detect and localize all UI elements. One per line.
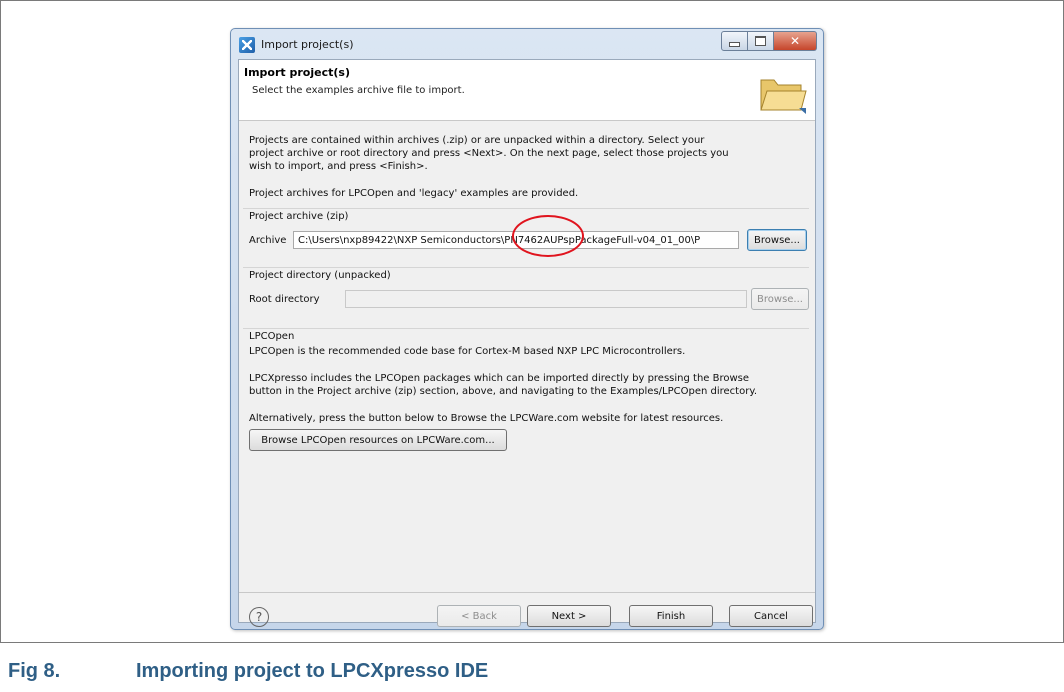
browse-lpcopen-resources-button[interactable]: Browse LPCOpen resources on LPCWare.com.…	[249, 429, 507, 451]
lpcopen-text-1: LPCOpen is the recommended code base for…	[249, 346, 686, 357]
wizard-description: Select the examples archive file to impo…	[252, 85, 465, 96]
archive-browse-button[interactable]: Browse...	[747, 229, 807, 251]
app-icon	[239, 37, 255, 53]
lpcopen-group: LPCOpen LPCOpen is the recommended code …	[243, 328, 809, 489]
figure-caption-text: Importing project to LPCXpresso IDE	[136, 660, 489, 682]
window-controls: ✕	[721, 31, 817, 51]
dialog-client-area: Import project(s) Select the examples ar…	[238, 59, 816, 627]
lpcopen-group-label: LPCOpen	[249, 331, 295, 342]
directory-group: Project directory (unpacked) Root direct…	[243, 267, 809, 320]
lpcopen-text-3: button in the Project archive (zip) sect…	[249, 386, 757, 397]
directory-browse-button[interactable]: Browse...	[751, 288, 809, 310]
intro-text-4: Project archives for LPCOpen and 'legacy…	[249, 188, 579, 199]
figure-caption: Fig 8. Importing project to LPCXpresso ID…	[8, 660, 488, 683]
minimize-button[interactable]	[721, 31, 748, 51]
import-dialog: Import project(s) ✕ Import project(s) Se…	[230, 28, 824, 630]
intro-text-3: wish to import, and press <Finish>.	[249, 161, 428, 172]
minimize-icon	[729, 41, 740, 47]
close-button[interactable]: ✕	[774, 31, 817, 51]
wizard-title: Import project(s)	[244, 66, 350, 79]
browse-highlight-ring	[512, 215, 584, 257]
maximize-icon	[755, 36, 766, 46]
root-directory-input[interactable]	[345, 290, 747, 308]
footer-separator	[239, 592, 815, 593]
folder-icon	[760, 79, 807, 114]
close-icon: ✕	[789, 34, 801, 48]
cancel-button[interactable]: Cancel	[729, 605, 813, 627]
lpcopen-text-2: LPCXpresso includes the LPCOpen packages…	[249, 373, 750, 384]
window-title: Import project(s)	[261, 38, 354, 51]
archive-group-label: Project archive (zip)	[249, 211, 349, 222]
figure-number: Fig 8.	[8, 660, 61, 682]
title-bar[interactable]: Import project(s) ✕	[231, 29, 823, 59]
directory-group-label: Project directory (unpacked)	[249, 270, 391, 281]
next-button[interactable]: Next >	[527, 605, 611, 627]
intro-text-1: Projects are contained within archives (…	[249, 135, 705, 146]
back-button[interactable]: < Back	[437, 605, 521, 627]
help-icon[interactable]: ?	[249, 607, 269, 627]
wizard-header: Import project(s) Select the examples ar…	[239, 60, 815, 121]
finish-button[interactable]: Finish	[629, 605, 713, 627]
archive-field-label: Archive	[249, 235, 287, 246]
root-directory-label: Root directory	[249, 294, 320, 305]
intro-text-2: project archive or root directory and pr…	[249, 148, 729, 159]
lpcopen-text-4: Alternatively, press the button below to…	[249, 413, 724, 424]
maximize-button[interactable]	[748, 31, 774, 51]
